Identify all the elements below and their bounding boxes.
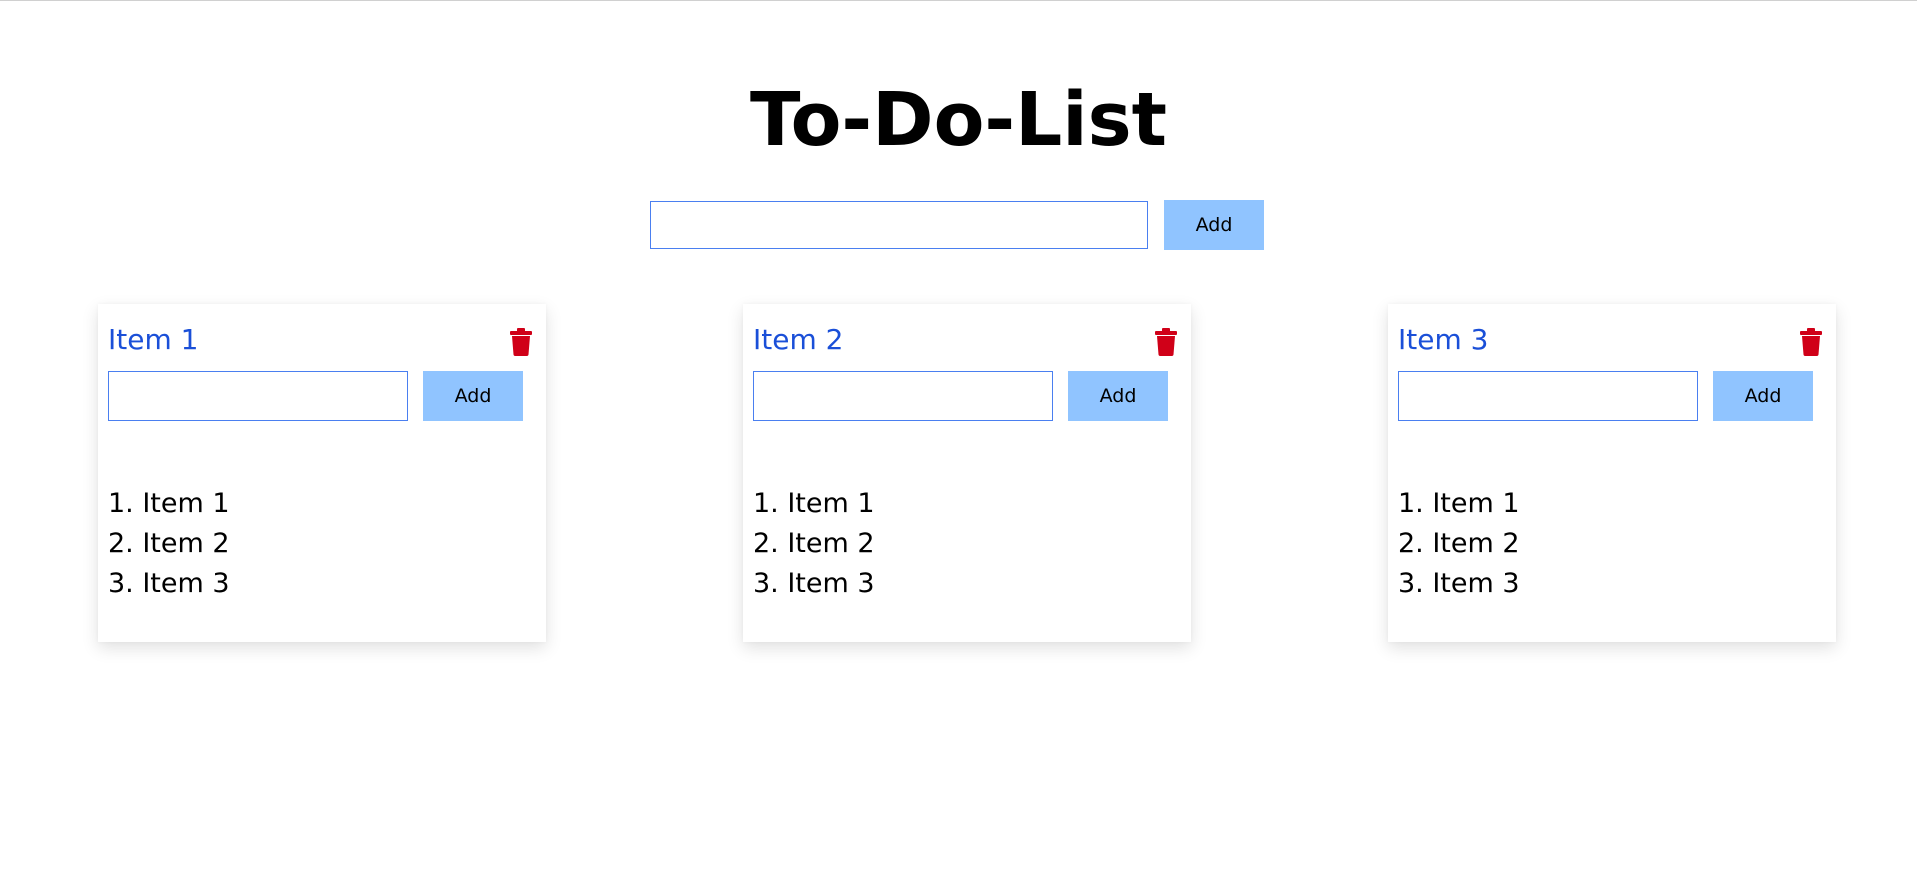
top-divider	[0, 0, 1917, 1]
card-item-input[interactable]	[753, 371, 1053, 421]
main-add-form: Add	[650, 200, 1264, 250]
todo-card: Item 3 Add 1. Item 1 2. Item 2 3. Item 3	[1388, 304, 1836, 642]
card-add-button[interactable]: Add	[423, 371, 523, 421]
card-add-form: Add	[108, 371, 523, 421]
trash-icon[interactable]	[1800, 328, 1822, 356]
page-title: To-Do-List	[749, 77, 1168, 163]
main-add-button[interactable]: Add	[1164, 200, 1264, 250]
card-item-list: 1. Item 1 2. Item 2 3. Item 3	[108, 484, 230, 604]
list-item: 1. Item 1	[108, 488, 230, 519]
card-title: Item 2	[753, 323, 844, 356]
card-title: Item 3	[1398, 323, 1489, 356]
list-item: 1. Item 1	[1398, 488, 1520, 519]
card-add-form: Add	[1398, 371, 1813, 421]
trash-icon[interactable]	[510, 328, 532, 356]
list-item: 2. Item 2	[1398, 528, 1520, 559]
card-add-button[interactable]: Add	[1068, 371, 1168, 421]
main-list-input[interactable]	[650, 201, 1148, 249]
todo-card: Item 1 Add 1. Item 1 2. Item 2 3. Item 3	[98, 304, 546, 642]
card-item-input[interactable]	[1398, 371, 1698, 421]
card-item-list: 1. Item 1 2. Item 2 3. Item 3	[753, 484, 875, 604]
card-item-input[interactable]	[108, 371, 408, 421]
list-item: 3. Item 3	[108, 568, 230, 599]
card-add-form: Add	[753, 371, 1168, 421]
page: To-Do-List Add Item 1 Add 1. Item 1 2. I…	[0, 0, 1917, 877]
list-item: 2. Item 2	[753, 528, 875, 559]
card-title: Item 1	[108, 323, 199, 356]
list-item: 3. Item 3	[753, 568, 875, 599]
list-item: 2. Item 2	[108, 528, 230, 559]
list-item: 1. Item 1	[753, 488, 875, 519]
card-header: Item 2	[753, 322, 1181, 362]
list-item: 3. Item 3	[1398, 568, 1520, 599]
todo-card: Item 2 Add 1. Item 1 2. Item 2 3. Item 3	[743, 304, 1191, 642]
card-add-button[interactable]: Add	[1713, 371, 1813, 421]
card-item-list: 1. Item 1 2. Item 2 3. Item 3	[1398, 484, 1520, 604]
card-header: Item 1	[108, 322, 536, 362]
card-header: Item 3	[1398, 322, 1826, 362]
trash-icon[interactable]	[1155, 328, 1177, 356]
